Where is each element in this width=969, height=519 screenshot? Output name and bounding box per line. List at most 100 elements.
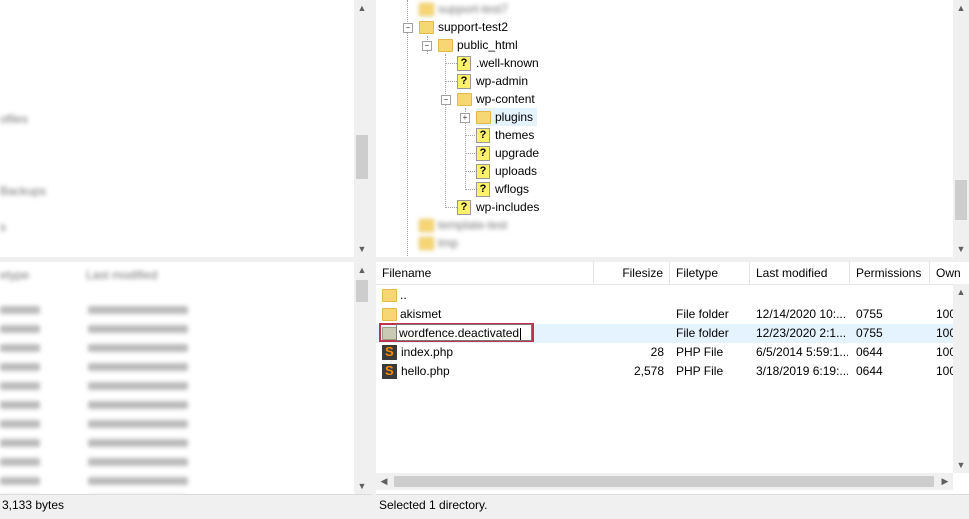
unknown-folder-icon: ?: [457, 200, 471, 216]
scrollbar-thumb[interactable]: [955, 180, 967, 220]
tree-node-uploads[interactable]: ? uploads: [476, 162, 537, 180]
blurred-local-row[interactable]: [0, 344, 40, 352]
scroll-up-icon[interactable]: ▲: [953, 0, 969, 16]
local-tree-item[interactable]: ofiles: [0, 112, 28, 126]
tree-node-plugins[interactable]: plugins: [476, 108, 538, 126]
tree-node-themes[interactable]: ? themes: [476, 126, 534, 144]
scroll-down-icon[interactable]: ▼: [354, 478, 370, 494]
blurred-local-row[interactable]: [0, 458, 40, 466]
collapse-toggle-icon[interactable]: −: [422, 41, 432, 51]
tree-node-upgrade[interactable]: ? upgrade: [476, 144, 539, 162]
file-row[interactable]: akismet File folder 12/14/2020 10:... 07…: [376, 305, 963, 324]
scroll-left-icon[interactable]: ◀: [376, 473, 392, 490]
file-type: File folder: [676, 326, 729, 340]
blurred-local-row[interactable]: [0, 306, 40, 314]
tree-node-well-known[interactable]: ? .well-known: [457, 54, 539, 72]
file-row-parent[interactable]: ..: [376, 286, 953, 305]
column-header-filesize[interactable]: Filesize: [594, 262, 670, 284]
local-tree-item[interactable]: Backups: [0, 184, 46, 198]
folder-icon: [382, 289, 397, 303]
file-modified: 6/5/2014 5:59:1...: [756, 345, 848, 359]
tree-node[interactable]: template-test: [419, 216, 507, 234]
column-header-owner[interactable]: Own: [930, 262, 969, 284]
scroll-up-icon[interactable]: ▲: [354, 0, 370, 16]
remote-status-text: Selected 1 directory.: [379, 498, 488, 512]
column-header-filename[interactable]: Filename: [376, 262, 594, 284]
tree-connector: [445, 81, 457, 82]
file-row[interactable]: hello.php 2,578 PHP File 3/18/2019 6:19:…: [376, 362, 963, 381]
blurred-local-row-date: [88, 382, 188, 390]
collapse-toggle-icon[interactable]: −: [403, 23, 413, 33]
folder-icon: [438, 39, 453, 53]
folder-icon: [419, 237, 434, 251]
local-list-scrollbar[interactable]: ▲ ▼: [354, 262, 370, 494]
file-row-selected[interactable]: wordfence.deactivated File folder 12/23/…: [376, 323, 963, 343]
blurred-local-row[interactable]: [0, 477, 40, 485]
local-tree-scrollbar[interactable]: ▲ ▼: [354, 0, 370, 257]
remote-status-bar: Selected 1 directory.: [376, 494, 969, 519]
folder-icon: [419, 3, 434, 17]
tree-connector: [407, 0, 408, 256]
tree-connector: [445, 54, 446, 208]
tree-node[interactable]: tmp: [419, 234, 458, 252]
tree-node-support-test2[interactable]: support-test2: [419, 18, 508, 36]
blurred-local-row[interactable]: [0, 439, 40, 447]
scrollbar-thumb[interactable]: [356, 135, 368, 179]
local-tree-pane[interactable]: ofiles Backups s ▲ ▼: [0, 0, 370, 257]
unknown-folder-icon: ?: [457, 56, 471, 72]
local-column-header[interactable]: Last modified: [86, 268, 157, 282]
expand-toggle-icon[interactable]: +: [460, 113, 470, 123]
blurred-local-row[interactable]: [0, 420, 40, 428]
sort-ascending-icon: ^: [796, 262, 800, 267]
local-file-list-pane[interactable]: etype Last modified ▲ ▼: [0, 262, 370, 494]
tree-node-wp-admin[interactable]: ? wp-admin: [457, 72, 528, 90]
scroll-down-icon[interactable]: ▼: [354, 241, 370, 257]
scroll-down-icon[interactable]: ▼: [953, 241, 969, 257]
column-header-permissions[interactable]: Permissions: [850, 262, 930, 284]
tree-node-wflogs[interactable]: ? wflogs: [476, 180, 529, 198]
scroll-right-icon[interactable]: ▶: [937, 473, 953, 490]
remote-tree-scrollbar[interactable]: ▲ ▼: [953, 0, 969, 257]
file-permissions: 0644: [856, 364, 883, 378]
scrollbar-thumb[interactable]: [356, 280, 368, 302]
blurred-local-row[interactable]: [0, 363, 40, 371]
rename-input[interactable]: wordfence.deactivated: [396, 324, 532, 341]
collapse-toggle-icon[interactable]: −: [441, 95, 451, 105]
file-row[interactable]: index.php 28 PHP File 6/5/2014 5:59:1...…: [376, 343, 963, 362]
scroll-up-icon[interactable]: ▲: [354, 262, 370, 278]
local-column-header[interactable]: etype: [0, 268, 29, 282]
tree-node-public-html[interactable]: public_html: [438, 36, 518, 54]
text-cursor: [520, 327, 522, 340]
sublime-file-icon: [382, 363, 397, 380]
file-modified: 12/14/2020 10:...: [756, 307, 847, 321]
scroll-up-icon[interactable]: ▲: [953, 284, 969, 300]
tree-node-wp-includes[interactable]: ? wp-includes: [457, 198, 539, 216]
blurred-local-row[interactable]: [0, 382, 40, 390]
file-list-hscrollbar[interactable]: ◀ ▶: [376, 473, 953, 490]
tree-node-wp-content[interactable]: wp-content: [457, 90, 535, 108]
column-header-last-modified[interactable]: Last modified: [750, 262, 850, 284]
blurred-local-row[interactable]: [0, 401, 40, 409]
file-permissions: 0755: [856, 326, 883, 340]
blurred-local-row-date: [88, 401, 188, 409]
scrollbar-thumb[interactable]: [394, 476, 934, 487]
column-header-filetype[interactable]: Filetype: [670, 262, 750, 284]
tree-connector: [445, 207, 457, 208]
folder-icon: [419, 21, 434, 35]
sublime-file-icon: [382, 344, 397, 361]
local-tree-item[interactable]: s: [0, 220, 6, 234]
unknown-folder-icon: ?: [476, 182, 490, 198]
blurred-local-row[interactable]: [0, 325, 40, 333]
remote-tree-pane[interactable]: support-test7 − support-test2 − public_h…: [376, 0, 969, 257]
folder-icon: [419, 219, 434, 233]
scroll-down-icon[interactable]: ▼: [953, 457, 969, 473]
file-type: PHP File: [676, 345, 724, 359]
tree-node[interactable]: support-test7: [419, 0, 508, 18]
file-name: index.php: [401, 345, 454, 359]
unknown-folder-icon: ?: [476, 164, 490, 180]
unknown-folder-icon: ?: [457, 74, 471, 90]
file-list-vscrollbar[interactable]: ▲ ▼: [953, 284, 969, 473]
file-modified: 3/18/2019 6:19:...: [756, 364, 848, 378]
file-permissions: 0644: [856, 345, 883, 359]
remote-file-list-pane[interactable]: Filename Filesize Filetype Last modified…: [376, 262, 969, 494]
